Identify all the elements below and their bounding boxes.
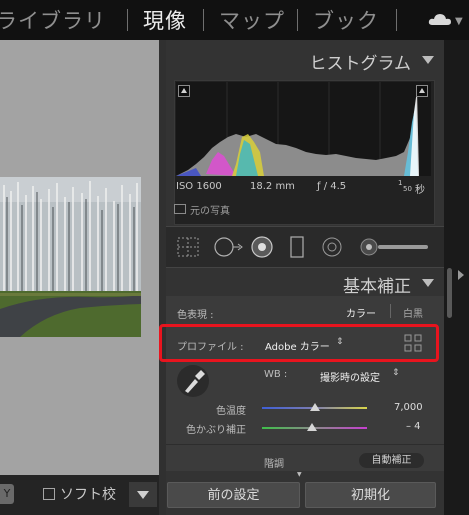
- module-separator: [297, 9, 298, 31]
- module-map[interactable]: マップ: [219, 5, 285, 35]
- highlight-clipping-icon[interactable]: [416, 85, 428, 97]
- chevron-down-icon[interactable]: ▼: [455, 16, 463, 27]
- tint-label: 色かぶり補正: [186, 425, 246, 436]
- temp-slider-thumb[interactable]: [309, 403, 320, 411]
- basic-panel-title[interactable]: 基本補正: [343, 272, 411, 297]
- treatment-separator: [390, 304, 391, 318]
- treatment-label: 色表現 :: [177, 310, 214, 321]
- histogram-graph[interactable]: [176, 82, 431, 176]
- treatment-color-option[interactable]: カラー: [346, 305, 376, 320]
- temp-value[interactable]: 7,000: [394, 402, 423, 413]
- left-toolbar: Y ソフト校: [0, 475, 159, 515]
- tint-slider-thumb[interactable]: [307, 423, 318, 431]
- collapse-triangle-icon[interactable]: [422, 279, 434, 287]
- shutter-numerator: 1: [398, 179, 403, 187]
- histogram-title[interactable]: ヒストグラム: [310, 49, 412, 74]
- updown-arrows-icon[interactable]: ⇕: [392, 368, 400, 378]
- module-separator: [396, 9, 397, 31]
- panel-end-mark: ▼: [297, 471, 302, 478]
- expand-right-panel-icon[interactable]: [458, 270, 464, 280]
- tool-strip: [166, 226, 444, 268]
- view-mode-dropdown[interactable]: Y: [0, 484, 14, 504]
- red-eye-icon: [251, 236, 273, 258]
- module-bar: ライブラリ 現像 マップ ブック ▼: [0, 0, 469, 40]
- wb-label: WB :: [264, 369, 288, 380]
- original-photo-label: 元の写真: [190, 206, 230, 217]
- original-photo-checkbox[interactable]: [174, 204, 186, 214]
- aperture-value: ƒ / 4.5: [317, 181, 347, 192]
- module-separator: [127, 9, 128, 31]
- treatment-bw-option[interactable]: 白黒: [403, 305, 423, 320]
- shadow-clipping-icon[interactable]: [178, 85, 190, 97]
- photo-preview: [0, 177, 141, 337]
- previous-settings-button[interactable]: 前の設定: [167, 482, 300, 508]
- section-divider: [166, 444, 444, 445]
- right-edge: [444, 40, 469, 515]
- radial-filter-icon: [322, 237, 342, 257]
- tone-label: 階調: [264, 459, 284, 470]
- module-separator: [203, 9, 204, 31]
- crop-icon: [177, 237, 199, 257]
- wb-dropdown[interactable]: 撮影時の設定: [320, 369, 380, 384]
- collapse-triangle-icon[interactable]: [422, 56, 434, 64]
- shutter-denominator: 50: [403, 185, 412, 193]
- reset-button[interactable]: 初期化: [305, 482, 436, 508]
- softproof-label: ソフト校: [60, 487, 116, 503]
- module-book[interactable]: ブック: [313, 5, 379, 35]
- iso-value: ISO 1600: [176, 181, 222, 192]
- module-develop[interactable]: 現像: [143, 5, 187, 35]
- cloud-icon[interactable]: [428, 13, 452, 26]
- auto-tone-button[interactable]: 自動補正: [359, 453, 424, 468]
- toolbar-menu-button[interactable]: [129, 482, 157, 507]
- panel-divider[interactable]: [159, 40, 166, 515]
- adjustment-brush-icon: [360, 238, 428, 256]
- white-balance-eyedropper-icon[interactable]: [176, 364, 210, 398]
- temp-label: 色温度: [216, 406, 246, 417]
- softproof-checkbox[interactable]: [43, 488, 55, 500]
- shutter-unit: 秒: [415, 185, 425, 196]
- focal-length-value: 18.2 mm: [250, 181, 295, 192]
- spot-removal-icon: [214, 237, 243, 257]
- panel-scrollbar[interactable]: [447, 268, 452, 318]
- graduated-filter-icon: [290, 236, 304, 258]
- module-library[interactable]: ライブラリ: [0, 5, 106, 35]
- tint-value[interactable]: – 4: [406, 421, 421, 432]
- profile-highlight: [159, 324, 439, 362]
